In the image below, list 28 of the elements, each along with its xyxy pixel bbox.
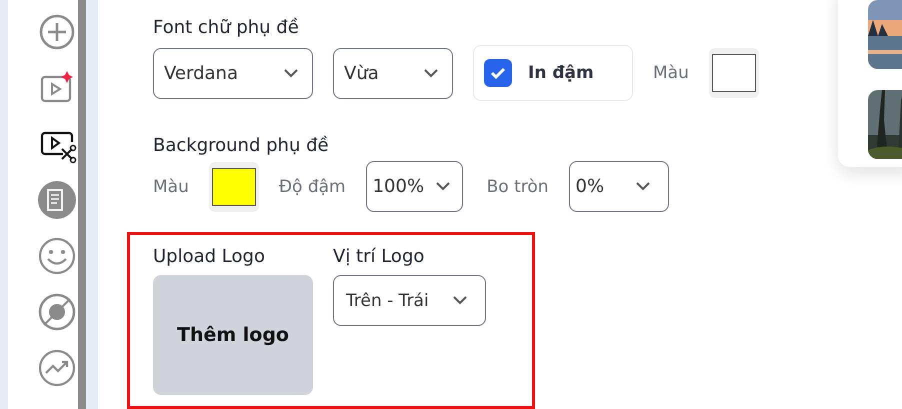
chevron-down-icon [284,68,298,78]
add-logo-button[interactable]: Thêm logo [153,275,313,395]
section-title: Background phụ đề [153,134,330,158]
color-label: Màu [653,63,689,83]
checkbox-icon[interactable] [484,59,512,87]
plus-icon[interactable] [37,12,77,52]
chevron-down-icon [436,182,450,191]
color-swatch[interactable] [208,162,259,212]
dropdown-select[interactable]: 100% [366,161,463,212]
scrollbar[interactable] [78,0,86,409]
chevron-down-icon [453,296,467,305]
field-label: Upload Logo [153,245,266,269]
bold-checkbox[interactable]: In đậm [473,45,633,101]
color-swatch[interactable] [708,48,759,98]
field-label: Vị trí Logo [333,245,426,269]
radius-label: Bo tròn [486,176,549,196]
chevron-down-icon [424,68,438,78]
document-icon[interactable] [37,180,77,220]
opacity-label: Độ đậm [278,176,346,196]
dropdown-select[interactable]: 0% [568,161,669,212]
color-label: Màu [153,176,189,196]
dropdown-select[interactable]: Trên - Trái [333,275,486,326]
chevron-down-icon [636,182,650,191]
trend-icon[interactable] [37,348,77,388]
section-title: Font chữ phụ đề [153,16,300,40]
dropdown-select[interactable]: Verdana [153,48,313,98]
dropdown-select[interactable]: Vừa [333,48,453,98]
smiley-icon[interactable] [37,236,77,276]
